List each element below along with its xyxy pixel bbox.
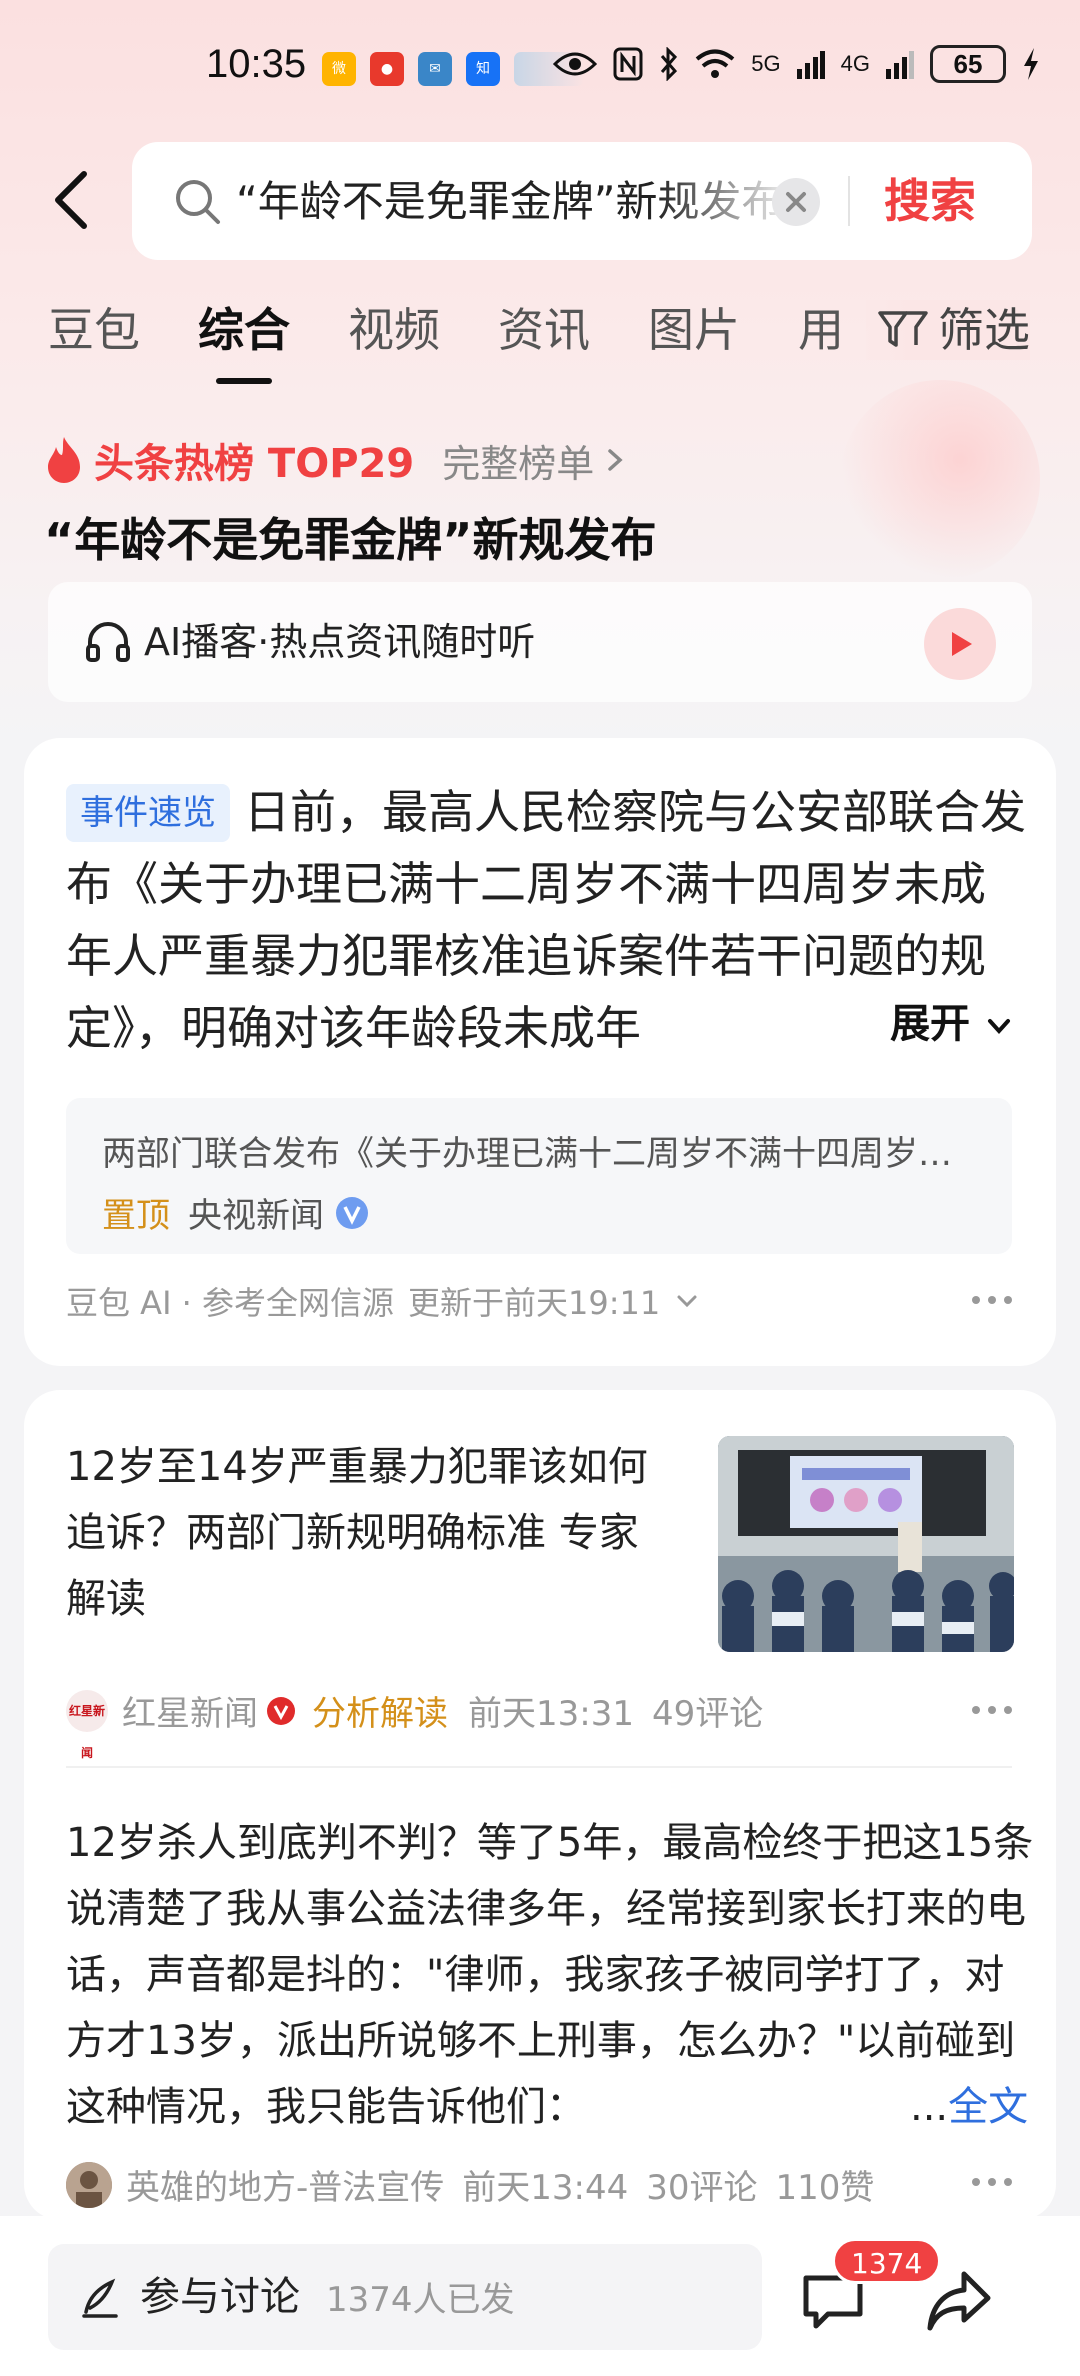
clear-icon[interactable] [772, 178, 820, 226]
flame-icon [48, 437, 80, 483]
search-input[interactable]: “年龄不是免罪金牌”新规发布 [236, 170, 796, 234]
verified-icon [336, 1196, 368, 1229]
pen-icon [82, 2278, 118, 2318]
filter-icon [878, 311, 928, 347]
tab-video[interactable]: 视频 [348, 300, 440, 360]
chevron-right-icon [608, 449, 623, 471]
hot-list-row[interactable]: 头条热榜 TOP29 完整榜单 [44, 430, 630, 490]
event-badge: 事件速览 [66, 784, 230, 842]
eye-icon [553, 52, 598, 76]
expand-label: 展开 [890, 1001, 971, 1047]
discuss-input[interactable]: 参与讨论 1374人已发 [48, 2244, 762, 2350]
results-card: 12岁至14岁严重暴力犯罪该如何追诉？两部门新规明确标准 专家解读 红星新闻 红… [24, 1390, 1056, 2220]
weibo-notification-icon: 微 [322, 52, 356, 86]
news-comments: 49评论 [651, 1694, 764, 1734]
signal-bars-icon [796, 51, 825, 79]
news-thumbnail[interactable] [718, 1436, 1014, 1652]
tab-doubao[interactable]: 豆包 [48, 300, 140, 360]
charging-icon [1024, 48, 1038, 80]
play-button[interactable] [924, 608, 996, 680]
podcast-label: AI播客·热点资讯随时听 [144, 620, 536, 664]
pinned-label: 置顶 [102, 1196, 170, 1236]
signal-4g-label: 4G [840, 51, 870, 76]
more-icon[interactable] [972, 1704, 1012, 1716]
news-time: 前天13:31 [468, 1694, 634, 1734]
tab-bar: 豆包 综合 视频 资讯 图片 用 筛选 [0, 290, 1080, 384]
news-meta: 红星新闻 红星新闻 分析解读 前天13:31 49评论 [66, 1686, 764, 1760]
post-time: 前天13:44 [462, 2168, 629, 2208]
battery-indicator: 65 [930, 45, 1006, 83]
signal-bars-icon-2 [886, 51, 914, 79]
active-tab-underline [216, 378, 272, 384]
ellipsis: ... [910, 2084, 949, 2130]
source-name: 央视新闻 [188, 1196, 324, 1236]
hot-list-label: 头条热榜 TOP29 [94, 441, 415, 487]
news-source[interactable]: 红星新闻 [122, 1686, 258, 1735]
app-notification-icon: ● [370, 52, 404, 86]
chevron-left-icon [55, 171, 87, 229]
verified-red-icon [267, 1696, 295, 1725]
full-list-link[interactable]: 完整榜单 [442, 433, 630, 488]
avatar[interactable] [66, 2161, 112, 2208]
back-button[interactable] [40, 160, 100, 240]
analysis-tag: 分析解读 [312, 1694, 448, 1734]
headphone-icon [86, 622, 130, 662]
source-article-meta: 置顶 央视新闻 [102, 1188, 370, 1237]
signal-5g-label: 5G [751, 51, 781, 76]
bluetooth-icon [661, 47, 678, 81]
news-title[interactable]: 12岁至14岁严重暴力犯罪该如何追诉？两部门新规明确标准 专家解读 [66, 1434, 666, 1632]
post-meta: 英雄的地方-普法宣传 前天13:44 30评论 110赞 [66, 2160, 874, 2209]
more-icon[interactable] [972, 1294, 1012, 1306]
play-icon [952, 632, 972, 656]
chevron-down-icon [988, 1019, 1010, 1034]
discuss-count: 1374人已发 [326, 2280, 515, 2320]
source-article[interactable]: 两部门联合发布《关于办理已满十二周岁不满十四周岁未成年人严重暴力犯罪核准追诉案件… [66, 1098, 1012, 1254]
message-notification-icon: ✉ [418, 52, 452, 86]
hongxing-logo: 红星新闻 [66, 1689, 108, 1760]
event-summary-card: 事件速览 日前，最高人民检察院与公安部联合发布《关于办理已满十二周岁不满十四周岁未… [24, 738, 1056, 1366]
discuss-label: 参与讨论 [140, 2274, 300, 2320]
share-icon[interactable] [924, 2266, 994, 2336]
post-comments: 30评论 [646, 2168, 758, 2208]
zhihu-notification-icon: 知 [466, 52, 500, 86]
search-box[interactable]: “年龄不是免罪金牌”新规发布 搜索 [132, 142, 1032, 260]
status-bar: 10:35 微 ● ✉ 知 5G 4G 65 [0, 0, 1080, 140]
wifi-icon [696, 49, 735, 78]
nfc-icon [613, 47, 643, 81]
full-text-link[interactable]: ...全文 [886, 2074, 1029, 2140]
search-button[interactable]: 搜索 [884, 168, 976, 234]
decorative-flame-background [840, 380, 1040, 580]
search-divider [848, 176, 850, 226]
post-likes: 110赞 [775, 2168, 875, 2208]
bottom-bar: 参与讨论 1374人已发 1374 [0, 2216, 1080, 2376]
filter-button[interactable]: 筛选 [866, 300, 1030, 360]
ai-source-meta[interactable]: 豆包 AI · 参考全网信源 更新于前天19:11 [66, 1278, 700, 1324]
search-icon [176, 180, 220, 224]
chevron-down-icon [677, 1295, 697, 1308]
tab-images[interactable]: 图片 [648, 300, 740, 360]
status-indicators: 5G 4G 65 [553, 44, 1040, 84]
more-icon[interactable] [972, 2176, 1012, 2188]
updated-time: 更新于前天19:11 [408, 1284, 661, 1322]
tab-general[interactable]: 综合 [198, 300, 290, 360]
post-author[interactable]: 英雄的地方-普法宣传 [126, 2160, 444, 2209]
expand-button[interactable]: 展开 [824, 988, 1044, 1060]
tab-news[interactable]: 资讯 [498, 300, 590, 360]
divider [66, 1766, 1012, 1768]
full-text-label: 全文 [948, 2084, 1029, 2130]
ai-source-label: 豆包 AI · 参考全网信源 [66, 1284, 395, 1322]
hot-topic-title[interactable]: “年龄不是免罪金牌”新规发布 [44, 504, 656, 570]
filter-label: 筛选 [938, 303, 1030, 357]
tab-users[interactable]: 用 [798, 300, 844, 360]
status-time: 10:35 [206, 42, 307, 86]
ai-podcast-bar[interactable]: AI播客·热点资讯随时听 [48, 582, 1032, 702]
source-article-title: 两部门联合发布《关于办理已满十二周岁不满十四周岁未成年人严重暴力犯罪核准追诉案件… [102, 1134, 982, 1174]
classroom-image [718, 1436, 1014, 1652]
full-list-label: 完整榜单 [442, 441, 595, 486]
